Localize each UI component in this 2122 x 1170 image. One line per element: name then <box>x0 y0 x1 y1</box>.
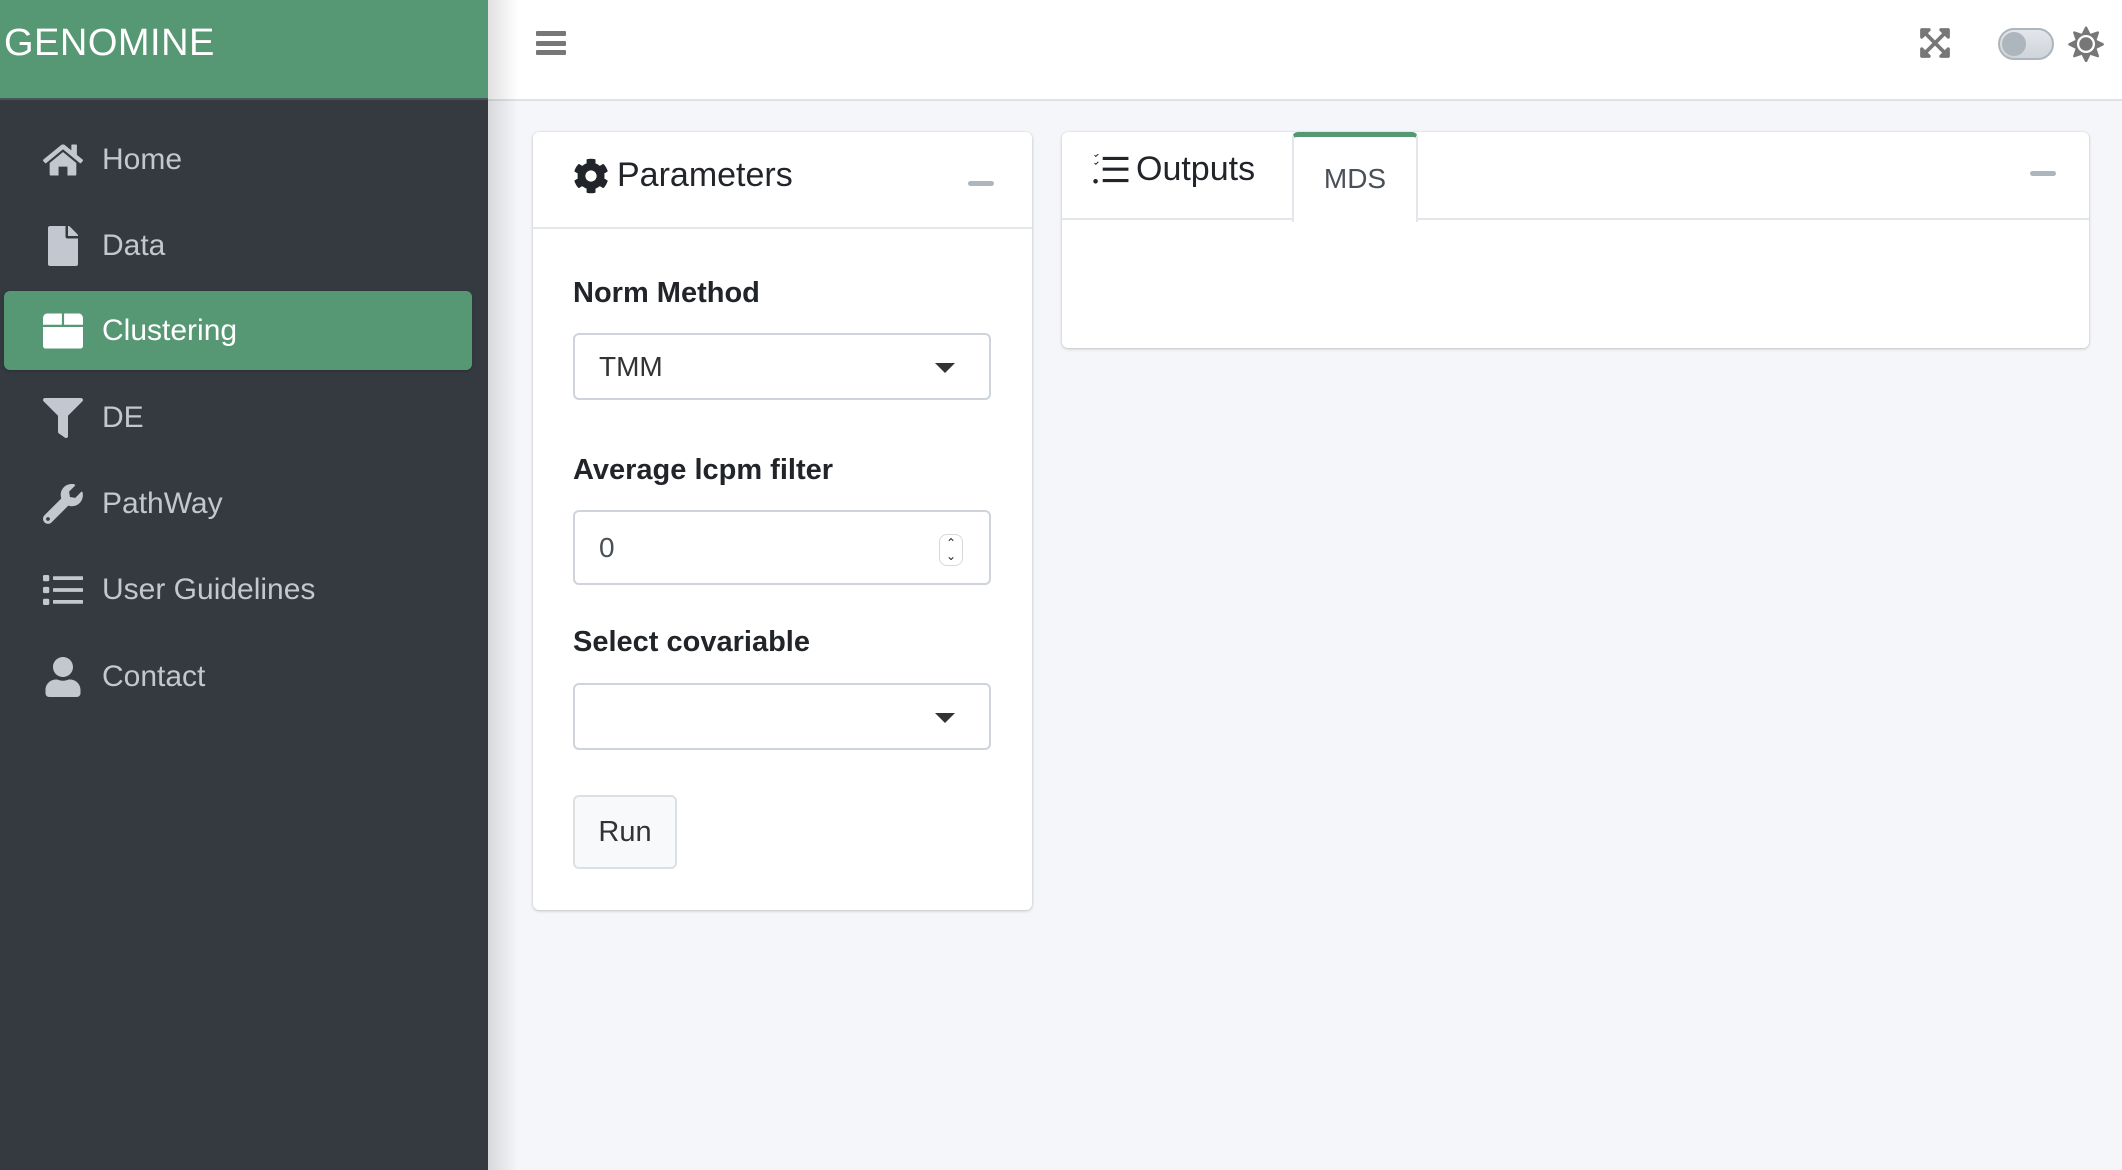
sidebar-item-label: Home <box>102 142 183 176</box>
lcpm-filter-label: Average lcpm filter <box>573 454 834 486</box>
sidebar: GENOMINE Home Data Clustering DE PathWay <box>0 0 488 1170</box>
caret-down-icon <box>935 363 955 373</box>
caret-down-icon <box>935 713 955 723</box>
parameters-collapse-button[interactable] <box>968 181 994 186</box>
covariable-select[interactable] <box>573 683 991 750</box>
sidebar-item-label: User Guidelines <box>102 572 316 606</box>
number-spinner[interactable]: ⌃ ⌄ <box>939 534 963 566</box>
tab-mds-label: MDS <box>1323 163 1387 194</box>
parameters-card: Parameters Norm Method TMM Average lcpm … <box>533 132 1032 910</box>
hamburger-icon-bar <box>536 40 566 46</box>
file-icon <box>42 225 84 267</box>
sidebar-item-label: Contact <box>102 659 206 693</box>
outputs-title: Outputs <box>1092 150 1255 189</box>
sidebar-item-de[interactable]: DE <box>4 378 472 457</box>
theme-mode-button[interactable] <box>2068 26 2104 63</box>
norm-method-value: TMM <box>599 351 663 382</box>
theme-toggle-switch[interactable] <box>1998 28 2054 60</box>
filter-icon <box>42 397 84 439</box>
run-button[interactable]: Run <box>573 795 677 869</box>
list-icon <box>42 569 84 611</box>
chevron-down-icon[interactable]: ⌄ <box>946 550 956 563</box>
lcpm-filter-input[interactable]: 0 ⌃ ⌄ <box>573 510 991 585</box>
fullscreen-button[interactable] <box>1918 26 1952 60</box>
hamburger-icon-bar <box>536 50 566 55</box>
hamburger-icon <box>536 31 566 36</box>
norm-method-select[interactable]: TMM <box>573 333 991 400</box>
sidebar-item-label: PathWay <box>102 486 223 520</box>
sidebar-item-data[interactable]: Data <box>4 206 472 285</box>
gear-icon <box>574 158 608 193</box>
home-icon <box>42 139 84 181</box>
parameters-card-header: Parameters <box>533 132 1032 229</box>
wrench-icon <box>42 483 84 525</box>
top-navbar <box>488 0 2122 101</box>
outputs-card-header: Outputs MDS <box>1062 132 2089 222</box>
sidebar-item-pathway[interactable]: PathWay <box>4 464 472 543</box>
brand-title: GENOMINE <box>4 22 215 64</box>
sidebar-item-user-guidelines[interactable]: User Guidelines <box>4 550 472 629</box>
toggle-knob <box>2002 32 2026 56</box>
norm-method-label: Norm Method <box>573 277 760 309</box>
sidebar-shadow <box>488 0 518 1170</box>
sidebar-item-label: DE <box>102 400 144 434</box>
sidebar-item-label: Clustering <box>102 313 238 347</box>
sun-icon <box>2068 26 2104 63</box>
expand-icon <box>1920 28 1950 58</box>
user-icon <box>42 656 84 698</box>
lcpm-filter-value: 0 <box>599 532 615 563</box>
tasks-list-icon <box>1093 153 1129 184</box>
brand-bar[interactable]: GENOMINE <box>0 0 488 100</box>
sidebar-item-home[interactable]: Home <box>4 120 472 199</box>
parameters-title-text: Parameters <box>617 156 793 194</box>
covariable-label: Select covariable <box>573 626 810 658</box>
outputs-card: Outputs MDS <box>1062 132 2089 348</box>
sidebar-item-label: Data <box>102 228 166 262</box>
tab-mds[interactable]: MDS <box>1292 132 1418 222</box>
sidebar-toggle-button[interactable] <box>536 28 566 58</box>
outputs-title-text: Outputs <box>1136 150 1256 188</box>
sidebar-item-contact[interactable]: Contact <box>4 637 472 716</box>
parameters-title: Parameters <box>573 156 793 195</box>
sidebar-item-clustering[interactable]: Clustering <box>4 291 472 370</box>
box-icon <box>42 310 84 352</box>
outputs-collapse-button[interactable] <box>2030 171 2056 176</box>
